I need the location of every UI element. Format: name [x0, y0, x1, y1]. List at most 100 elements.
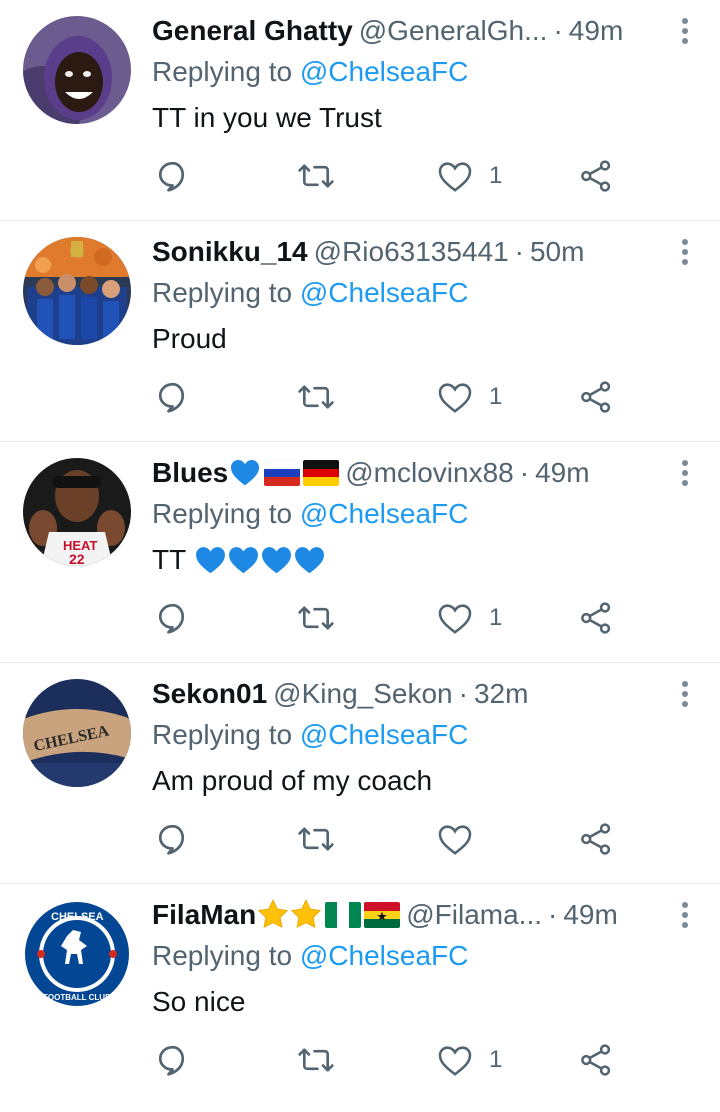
share-icon	[581, 381, 611, 413]
reply-button[interactable]	[155, 598, 191, 638]
replying-to: Replying to @ChelseaFC	[152, 52, 468, 92]
retweet-button[interactable]	[297, 1040, 335, 1080]
star-icon	[257, 899, 289, 929]
jersey-number-text: 22	[69, 551, 85, 566]
replying-to-link[interactable]: @ChelseaFC	[300, 277, 468, 308]
display-name[interactable]: General Ghatty	[152, 15, 353, 46]
heart-icon	[438, 383, 472, 413]
share-icon	[581, 823, 611, 855]
replies-feed: General Ghatty @GeneralGh... · 49m Replying…	[0, 0, 720, 1105]
action-bar: 1	[0, 146, 720, 206]
reply-tweet[interactable]: HEAT 22 Blues @mclovinx88 · 49m Replying to…	[0, 442, 720, 663]
share-button[interactable]	[578, 377, 614, 417]
tweet-text: TT in you we Trust	[152, 102, 382, 133]
separator: ·	[514, 236, 524, 267]
heart-icon	[438, 1046, 472, 1076]
retweet-icon	[298, 385, 334, 409]
reply-button[interactable]	[155, 819, 191, 859]
share-button[interactable]	[578, 598, 614, 638]
share-button[interactable]	[578, 819, 614, 859]
reply-tweet[interactable]: Sonikku_14 @Rio63135441 · 50m Replying to @…	[0, 221, 720, 442]
blue-heart-icon	[260, 544, 293, 575]
replying-to: Replying to @ChelseaFC	[152, 273, 468, 313]
russia-flag-icon	[264, 460, 301, 486]
tweet-text: So nice	[152, 986, 246, 1017]
reply-icon	[158, 603, 185, 634]
timestamp[interactable]: 49m	[563, 899, 617, 930]
blue-heart-icon	[229, 457, 261, 487]
timestamp[interactable]: 49m	[569, 15, 623, 46]
replying-prefix: Replying to	[152, 56, 300, 87]
action-bar	[0, 809, 720, 869]
more-options-icon[interactable]	[680, 18, 690, 48]
retweet-icon	[298, 164, 334, 188]
timestamp[interactable]: 32m	[474, 678, 528, 709]
like-button[interactable]: 1	[437, 1040, 502, 1080]
retweet-button[interactable]	[297, 598, 335, 638]
like-button[interactable]: 1	[437, 598, 502, 638]
display-name[interactable]: Blues	[152, 457, 228, 488]
reply-tweet[interactable]: General Ghatty @GeneralGh... · 49m Replying…	[0, 0, 720, 221]
more-options-icon[interactable]	[680, 239, 690, 269]
more-options-icon[interactable]	[680, 460, 690, 490]
retweet-button[interactable]	[297, 819, 335, 859]
retweet-button[interactable]	[297, 156, 335, 196]
tweet-header: General Ghatty @GeneralGh... · 49m	[152, 10, 672, 52]
reply-icon	[158, 1045, 185, 1076]
retweet-button[interactable]	[297, 377, 335, 417]
nigeria-flag-icon	[325, 902, 362, 928]
display-name[interactable]: FilaMan	[152, 899, 256, 930]
blue-heart-icon	[293, 544, 326, 575]
like-button[interactable]: 1	[437, 156, 502, 196]
more-options-icon[interactable]	[680, 681, 690, 711]
chelsea-tattoo-photo-icon: CHELSEA	[23, 679, 131, 787]
profile-photo-icon	[23, 16, 131, 124]
action-bar: 1	[0, 588, 720, 648]
like-button[interactable]	[437, 819, 489, 859]
avatar[interactable]	[23, 16, 131, 124]
user-handle[interactable]: @GeneralGh...	[359, 15, 548, 46]
user-handle[interactable]: @King_Sekon	[273, 678, 452, 709]
reply-tweet[interactable]: CHELSEA Sekon01 @King_Sekon · 32m Replying …	[0, 663, 720, 884]
reply-button[interactable]	[155, 1040, 191, 1080]
avatar[interactable]: CHELSEA FOOTBALL CLUB	[23, 900, 131, 1008]
like-button[interactable]: 1	[437, 377, 502, 417]
tweet-text: Am proud of my coach	[152, 765, 433, 796]
ghana-flag-icon	[364, 902, 401, 928]
user-handle[interactable]: @mclovinx88	[345, 457, 513, 488]
tweet-header: Sonikku_14 @Rio63135441 · 50m	[152, 231, 672, 273]
reply-tweet[interactable]: CHELSEA FOOTBALL CLUB FilaMan @Filama... ·…	[0, 884, 720, 1105]
avatar[interactable]: CHELSEA	[23, 679, 131, 787]
avatar[interactable]: HEAT 22	[23, 458, 131, 566]
share-button[interactable]	[578, 1040, 614, 1080]
reply-button[interactable]	[155, 156, 191, 196]
tweet-header: FilaMan @Filama... · 49m	[152, 894, 672, 936]
retweet-icon	[298, 606, 334, 630]
like-count: 1	[489, 162, 503, 189]
crest-bottom-text: FOOTBALL CLUB	[43, 993, 111, 1002]
replying-to: Replying to @ChelseaFC	[152, 936, 468, 976]
replying-to-link[interactable]: @ChelseaFC	[300, 940, 468, 971]
more-options-icon[interactable]	[680, 902, 690, 932]
reply-button[interactable]	[155, 377, 191, 417]
replying-to: Replying to @ChelseaFC	[152, 715, 468, 755]
user-handle[interactable]: @Rio63135441	[314, 236, 509, 267]
share-button[interactable]	[578, 156, 614, 196]
replying-to-link[interactable]: @ChelseaFC	[300, 56, 468, 87]
display-name[interactable]: Sekon01	[152, 678, 267, 709]
timestamp[interactable]: 50m	[530, 236, 584, 267]
replying-to-link[interactable]: @ChelseaFC	[300, 498, 468, 529]
user-handle[interactable]: @Filama...	[406, 899, 542, 930]
tweet-text-container: TT	[152, 538, 326, 582]
tweet-header: Sekon01 @King_Sekon · 32m	[152, 673, 672, 715]
reply-icon	[158, 824, 185, 855]
tweet-text: Proud	[152, 323, 227, 354]
avatar[interactable]	[23, 237, 131, 345]
replying-to-link[interactable]: @ChelseaFC	[300, 719, 468, 750]
like-count: 1	[489, 383, 503, 410]
like-count: 1	[489, 1046, 503, 1073]
replying-prefix: Replying to	[152, 719, 300, 750]
tweet-header: Blues @mclovinx88 · 49m	[152, 452, 672, 494]
display-name[interactable]: Sonikku_14	[152, 236, 308, 267]
timestamp[interactable]: 49m	[535, 457, 589, 488]
